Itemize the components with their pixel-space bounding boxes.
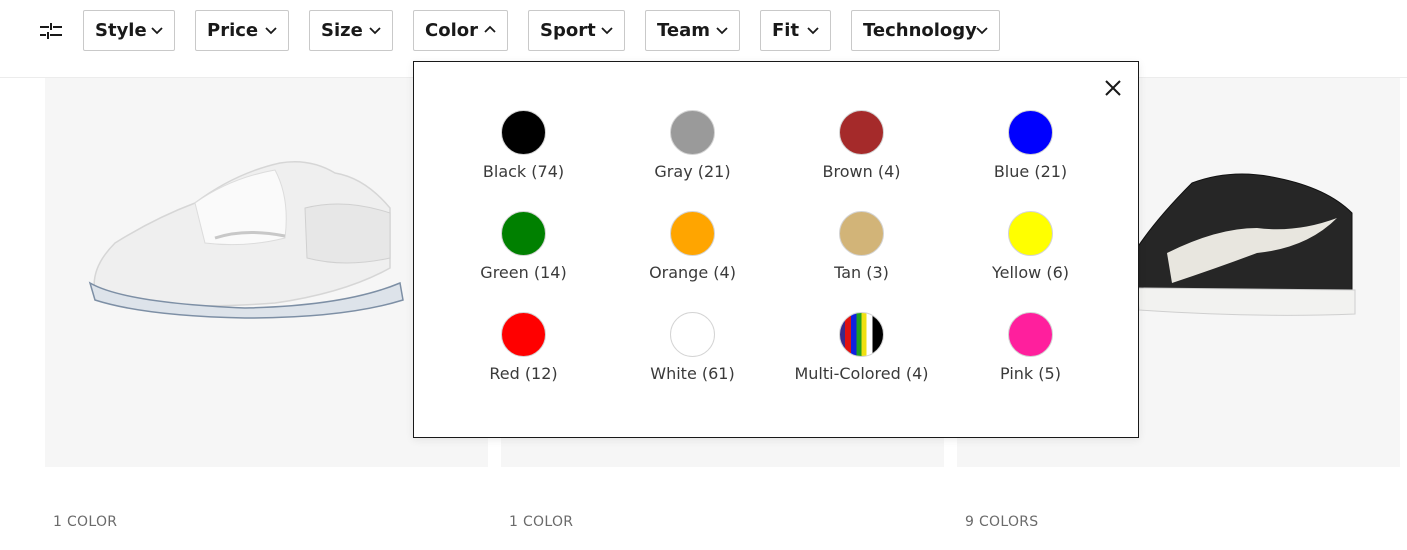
color-swatch-circle [670,312,715,357]
filter-color-button[interactable]: Color [413,10,508,51]
chevron-up-icon [484,25,496,33]
color-option[interactable]: Blue (21) [946,110,1115,190]
chevron-down-icon [807,27,819,35]
filter-label: Color [425,20,478,41]
chevron-down-icon [716,27,728,35]
product-colors-count: 9 COLORS [965,514,1039,530]
color-option[interactable]: Yellow (6) [946,211,1115,291]
color-option[interactable]: Green (14) [439,211,608,291]
color-option[interactable]: Gray (21) [608,110,777,190]
color-option-label: Brown (4) [822,162,901,181]
color-option[interactable]: Orange (4) [608,211,777,291]
color-swatch-circle [670,211,715,256]
filter-style-button[interactable]: Style [83,10,175,51]
color-option-label: White (61) [650,364,735,383]
color-option[interactable]: White (61) [608,312,777,392]
color-option[interactable]: Multi-Colored (4) [777,312,946,392]
color-swatch-grid: Black (74) Gray (21) Brown (4) Blue (21) Gre… [439,110,1115,392]
filter-label: Sport [540,20,596,41]
color-swatch-circle [501,110,546,155]
filter-label: Technology [863,20,977,41]
color-option-label: Yellow (6) [991,263,1069,282]
color-swatch-circle [670,110,715,155]
filter-team-button[interactable]: Team [645,10,740,51]
color-option-label: Orange (4) [649,263,736,282]
color-option-label: Blue (21) [993,162,1068,181]
color-swatch-circle [1008,211,1053,256]
filter-label: Size [321,20,363,41]
color-option-label: Tan (3) [834,263,889,282]
color-option-label: Pink (5) [1000,364,1061,383]
filter-technology-button[interactable]: Technology [851,10,1000,51]
filter-sport-button[interactable]: Sport [528,10,625,51]
color-filter-dropdown: Black (74) Gray (21) Brown (4) Blue (21) Gre… [413,61,1139,438]
filter-price-button[interactable]: Price [195,10,289,51]
chevron-down-icon [151,27,163,35]
color-swatch-circle [839,211,884,256]
color-swatch-circle [1008,110,1053,155]
filter-label: Price [207,20,259,41]
filter-size-button[interactable]: Size [309,10,393,51]
color-option-label: Gray (21) [654,162,731,181]
sliders-icon[interactable] [38,21,64,41]
color-option-label: Multi-Colored (4) [794,364,929,383]
chevron-down-icon [369,27,381,35]
product-colors-count: 1 COLOR [53,514,118,530]
filter-label: Fit [772,20,800,41]
product-colors-count: 1 COLOR [509,514,574,530]
color-option[interactable]: Red (12) [439,312,608,392]
chevron-down-icon [601,27,613,35]
color-option[interactable]: Tan (3) [777,211,946,291]
color-swatch-circle [501,211,546,256]
filter-label: Team [657,20,710,41]
color-swatch-circle [839,312,884,357]
color-option[interactable]: Pink (5) [946,312,1115,392]
color-option-label: Green (14) [480,263,567,282]
color-swatch-circle [501,312,546,357]
color-swatch-circle [839,110,884,155]
color-swatch-circle [1008,312,1053,357]
color-option[interactable]: Black (74) [439,110,608,190]
filter-fit-button[interactable]: Fit [760,10,831,51]
close-icon[interactable] [1102,77,1124,99]
color-option-label: Black (74) [482,162,565,181]
chevron-down-icon [265,27,277,35]
color-option-label: Red (12) [489,364,558,383]
chevron-down-icon [976,27,988,35]
color-option[interactable]: Brown (4) [777,110,946,190]
filter-label: Style [95,20,147,41]
